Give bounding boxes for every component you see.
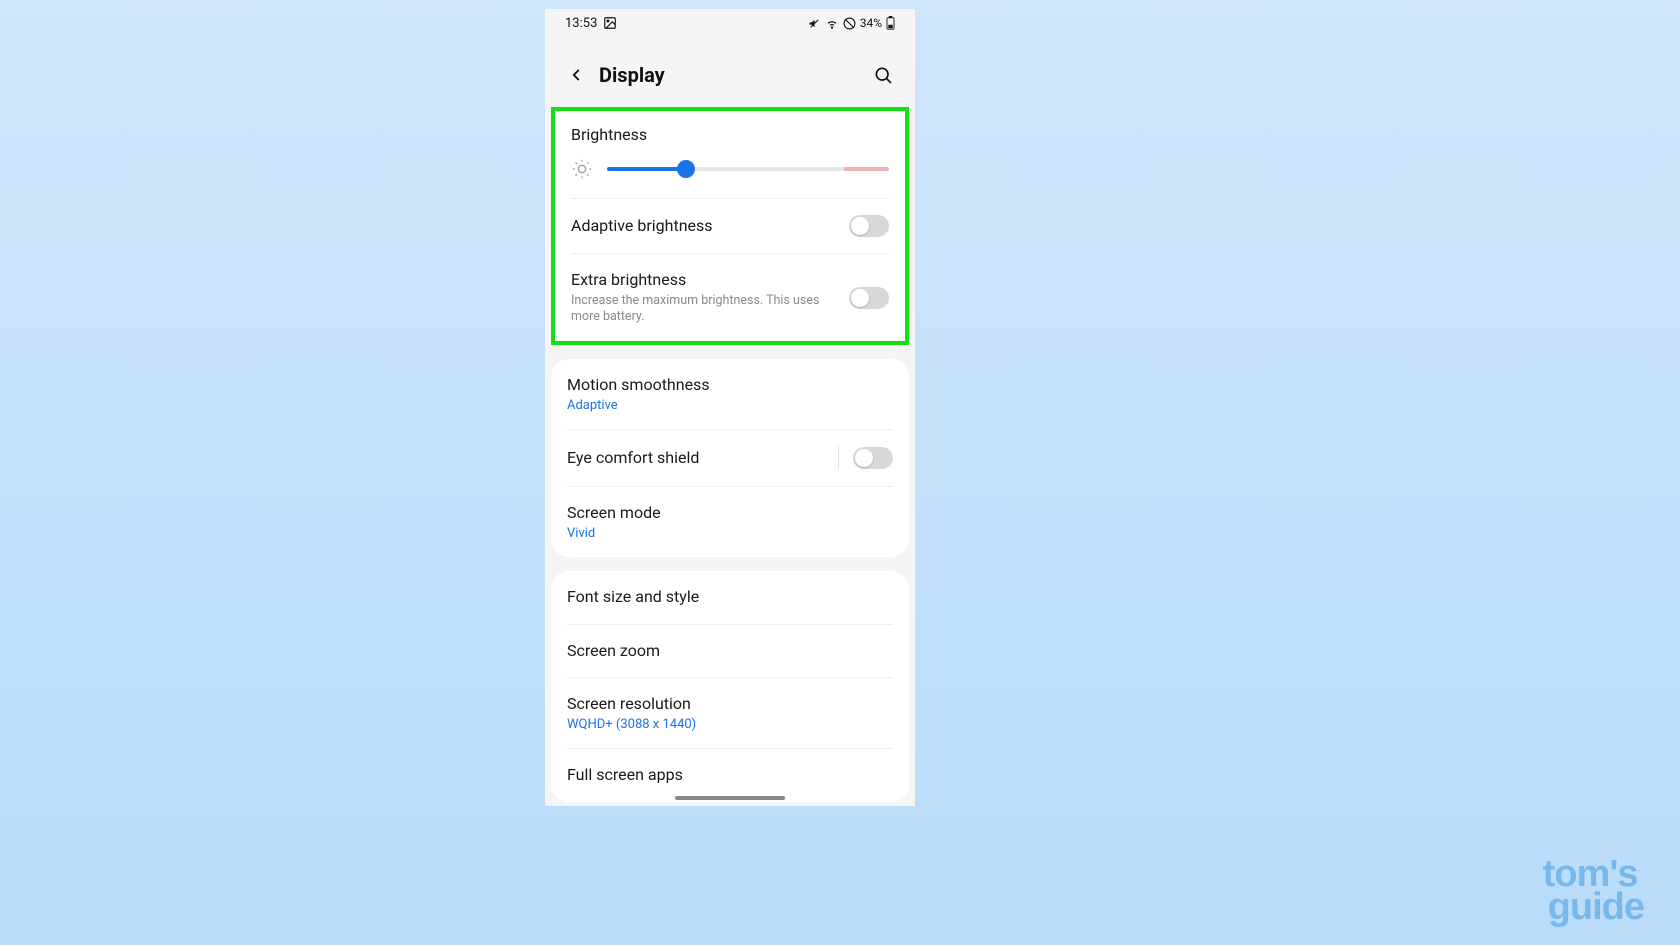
screen-resolution-value: WQHD+ (3088 x 1440) xyxy=(567,717,883,732)
slider-thumb[interactable] xyxy=(677,160,695,178)
watermark-logo: tom's guide xyxy=(1543,858,1644,923)
slider-warning-zone xyxy=(844,167,889,171)
back-button[interactable] xyxy=(565,64,587,86)
motion-smoothness-row[interactable]: Motion smoothness Adaptive xyxy=(567,359,893,429)
chevron-left-icon xyxy=(567,66,585,84)
home-indicator[interactable] xyxy=(675,796,785,800)
no-sim-icon xyxy=(843,17,856,30)
watermark-bottom: guide xyxy=(1548,891,1644,923)
adaptive-brightness-toggle[interactable] xyxy=(849,215,889,237)
sun-icon xyxy=(571,158,593,180)
eye-comfort-row[interactable]: Eye comfort shield xyxy=(567,429,893,486)
adaptive-brightness-label: Adaptive brightness xyxy=(571,216,839,237)
vertical-divider xyxy=(838,446,839,470)
font-size-row[interactable]: Font size and style xyxy=(567,571,893,624)
eye-comfort-label: Eye comfort shield xyxy=(567,448,828,469)
battery-percent: 34% xyxy=(860,16,882,30)
font-size-label: Font size and style xyxy=(567,587,883,608)
search-icon xyxy=(873,65,893,85)
brightness-card: Brightness Adaptive brightness xyxy=(551,107,909,345)
screen-zoom-row[interactable]: Screen zoom xyxy=(567,624,893,678)
screen-resolution-label: Screen resolution xyxy=(567,694,883,715)
mute-icon xyxy=(808,17,821,30)
screen-mode-value: Vivid xyxy=(567,526,883,541)
screen-mode-label: Screen mode xyxy=(567,503,883,524)
font-resolution-card: Font size and style Screen zoom Screen r… xyxy=(551,571,909,802)
status-time: 13:53 xyxy=(565,16,597,31)
extra-brightness-sub: Increase the maximum brightness. This us… xyxy=(571,293,839,326)
screen-zoom-label: Screen zoom xyxy=(567,641,883,662)
screen-resolution-row[interactable]: Screen resolution WQHD+ (3088 x 1440) xyxy=(567,677,893,748)
adaptive-brightness-row[interactable]: Adaptive brightness xyxy=(571,199,889,253)
image-icon xyxy=(603,16,617,30)
brightness-slider-row xyxy=(571,152,889,198)
extra-brightness-toggle[interactable] xyxy=(849,287,889,309)
slider-fill xyxy=(607,167,686,171)
extra-brightness-label: Extra brightness xyxy=(571,270,839,291)
eye-comfort-toggle[interactable] xyxy=(853,447,893,469)
full-screen-apps-label: Full screen apps xyxy=(567,765,883,786)
extra-brightness-row[interactable]: Extra brightness Increase the maximum br… xyxy=(571,253,889,341)
status-bar: 13:53 34% xyxy=(545,9,915,37)
wifi-icon xyxy=(825,16,839,30)
phone-screenshot: 13:53 34% Display Brightness xyxy=(545,9,915,806)
brightness-label: Brightness xyxy=(571,111,889,152)
full-screen-apps-row[interactable]: Full screen apps xyxy=(567,748,893,802)
page-title: Display xyxy=(599,63,871,87)
brightness-slider[interactable] xyxy=(607,162,889,176)
display-options-card: Motion smoothness Adaptive Eye comfort s… xyxy=(551,359,909,557)
motion-smoothness-label: Motion smoothness xyxy=(567,375,883,396)
search-button[interactable] xyxy=(871,63,895,87)
screen-mode-row[interactable]: Screen mode Vivid xyxy=(567,486,893,557)
battery-icon xyxy=(886,16,895,30)
motion-smoothness-value: Adaptive xyxy=(567,398,883,413)
header: Display xyxy=(545,37,915,107)
